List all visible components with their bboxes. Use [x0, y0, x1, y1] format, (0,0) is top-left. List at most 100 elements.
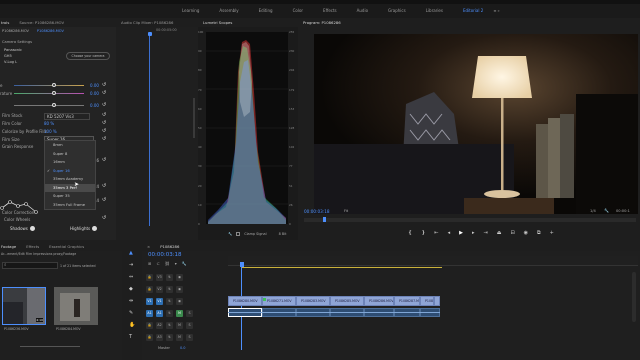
track-mute-button[interactable]: M — [176, 321, 183, 329]
track-lock-icon[interactable]: 🔒 — [146, 285, 153, 293]
reset-icon[interactable]: ↺ — [102, 183, 106, 189]
menu-item-super8[interactable]: Super 8 — [45, 150, 95, 159]
colorize-value[interactable]: 100 % — [44, 129, 57, 134]
track-eye-icon[interactable]: ◉ — [176, 297, 183, 305]
choose-camera-button[interactable]: Choose your camera — [66, 52, 110, 60]
slider-handle[interactable] — [52, 91, 56, 95]
zoom-slider[interactable] — [20, 346, 80, 347]
thumbnail-2[interactable] — [54, 287, 98, 325]
reset-icon[interactable]: ↺ — [102, 112, 106, 118]
gradient-slider[interactable] — [14, 93, 84, 94]
highlights-radio[interactable] — [92, 226, 97, 231]
track-sync-icon[interactable]: ⇅ — [166, 297, 173, 305]
track-solo-button[interactable]: S — [186, 333, 193, 341]
film-stock-dropdown[interactable]: KD 5207 Vis3 — [44, 113, 90, 120]
slip-tool-icon[interactable]: ⇹ — [129, 298, 135, 304]
program-playhead[interactable] — [323, 217, 326, 222]
track-solo-button[interactable]: S — [186, 321, 193, 329]
workspace-tab-editorial[interactable]: Editorial 2 — [453, 8, 493, 13]
tab-timeline-sequence[interactable]: P1086286 — [155, 244, 184, 249]
reset-icon[interactable]: ↺ — [102, 197, 106, 203]
video-clip[interactable]: P1086287.MOV — [394, 296, 420, 306]
work-area-bar[interactable] — [242, 267, 442, 268]
nest-icon[interactable]: ⊞ — [148, 261, 151, 266]
extract-icon[interactable]: ⊟ — [510, 230, 514, 236]
slider-value[interactable]: 0.00 — [90, 103, 99, 108]
reset-icon[interactable]: ↺ — [102, 90, 106, 96]
tab-essential-graphics[interactable]: Essential Graphics — [44, 244, 89, 249]
menu-item-8mm[interactable]: 8mm — [45, 141, 95, 150]
mark-out-icon[interactable]: ❵ — [421, 230, 425, 236]
reset-icon[interactable]: ↺ — [102, 102, 106, 108]
video-clip[interactable]: P1086290.MOV — [434, 296, 440, 306]
track-solo-button[interactable]: S — [186, 309, 193, 317]
workspace-tab-effects[interactable]: Effects — [313, 8, 347, 13]
menu-item-35mm-full[interactable]: 35mm Full Frame — [45, 201, 95, 210]
resolution-select[interactable]: 1/4 — [590, 209, 596, 213]
track-target-a1[interactable]: A1 — [146, 309, 153, 317]
shadows-radio[interactable] — [30, 226, 35, 231]
program-time-ruler[interactable] — [304, 218, 636, 222]
reset-icon[interactable]: ↺ — [102, 128, 106, 134]
video-clip[interactable]: P1086280.MOV — [228, 296, 262, 306]
menu-item-35mm-academy[interactable]: 35mm Academy — [45, 175, 95, 184]
type-tool-icon[interactable]: T — [129, 334, 135, 340]
time-ruler[interactable] — [228, 256, 638, 266]
slider-handle[interactable] — [52, 103, 56, 107]
close-icon[interactable]: × — [142, 244, 155, 249]
reset-icon[interactable]: ↺ — [102, 136, 106, 142]
play-icon[interactable]: ▶ — [459, 230, 463, 236]
track-lock-icon[interactable]: 🔒 — [146, 333, 153, 341]
timeline-scrollbar[interactable] — [632, 272, 636, 322]
mixer-vertical-scroll[interactable] — [193, 98, 195, 138]
reset-icon[interactable]: ↺ — [102, 120, 106, 126]
menu-item-super16[interactable]: ✓ Super 16 — [45, 167, 95, 176]
video-clip[interactable]: P1086283.MOV — [296, 296, 330, 306]
track-eye-icon[interactable]: ◉ — [176, 285, 183, 293]
program-timecode[interactable]: 00:00:03:18 — [304, 209, 330, 214]
tab-effect-controls[interactable]: trols — [0, 20, 14, 25]
gradient-slider[interactable] — [14, 85, 84, 86]
step-forward-icon[interactable]: ▸ — [472, 230, 475, 236]
ripple-edit-icon[interactable]: ⇔ — [129, 274, 135, 280]
linked-selection-icon[interactable]: ⛓ — [165, 261, 170, 266]
video-clip[interactable]: P1086285.MOV — [330, 296, 364, 306]
marker-icon[interactable]: ▾ — [175, 261, 177, 266]
track-target-v1[interactable]: V1 — [146, 297, 153, 305]
mark-in-icon[interactable]: ❴ — [408, 230, 412, 236]
tab-source[interactable]: Source: P1086286.MOV — [14, 20, 69, 25]
gradient-slider[interactable] — [14, 105, 84, 106]
track-lock-icon[interactable]: 🔒 — [146, 273, 153, 281]
menu-item-16mm[interactable]: 16mm — [45, 158, 95, 167]
reset-icon[interactable]: ↺ — [102, 157, 106, 163]
workspace-tab-editing[interactable]: Editing — [249, 8, 283, 13]
program-video-frame[interactable] — [314, 34, 638, 214]
step-back-icon[interactable]: ◂ — [448, 230, 451, 236]
bit-depth-select[interactable]: 8 Bit — [279, 232, 287, 236]
razor-tool-icon[interactable]: ◆ — [129, 286, 135, 292]
settings-icon[interactable]: 🔧 — [182, 261, 187, 266]
go-to-in-icon[interactable]: ⇤ — [434, 230, 438, 236]
timeline-timecode[interactable]: 00:00:03:18 — [148, 252, 182, 258]
clamp-signal-checkbox[interactable] — [236, 232, 241, 236]
search-input[interactable] — [2, 262, 58, 269]
tab-program[interactable]: Program: P1086286 — [298, 20, 346, 25]
track-select-icon[interactable]: ⇥ — [129, 262, 135, 268]
workspace-tab-graphics[interactable]: Graphics — [378, 8, 416, 13]
track-sync-icon[interactable]: ⇅ — [166, 333, 173, 341]
snap-icon[interactable]: ⊂ — [156, 261, 159, 266]
wrench-icon[interactable]: 🔧 — [228, 232, 232, 236]
lift-icon[interactable]: ⏏ — [497, 230, 502, 236]
selection-tool-icon[interactable]: ▲ — [129, 250, 135, 256]
go-to-out-icon[interactable]: ⇥ — [484, 230, 488, 236]
track-eye-icon[interactable]: ◉ — [176, 273, 183, 281]
pen-tool-icon[interactable]: ✎ — [129, 310, 135, 316]
track-sync-icon[interactable]: ⇅ — [166, 321, 173, 329]
slider-value[interactable]: 0.00 — [90, 91, 99, 96]
fit-select[interactable]: Fit — [344, 209, 348, 213]
workspace-tab-learning[interactable]: Learning — [172, 8, 209, 13]
track-mute-button[interactable]: M — [176, 309, 183, 317]
film-color-value[interactable]: 80 % — [44, 121, 54, 126]
thumbnail-1[interactable]: 4:10 — [2, 287, 46, 325]
add-icon[interactable]: + — [550, 230, 554, 236]
